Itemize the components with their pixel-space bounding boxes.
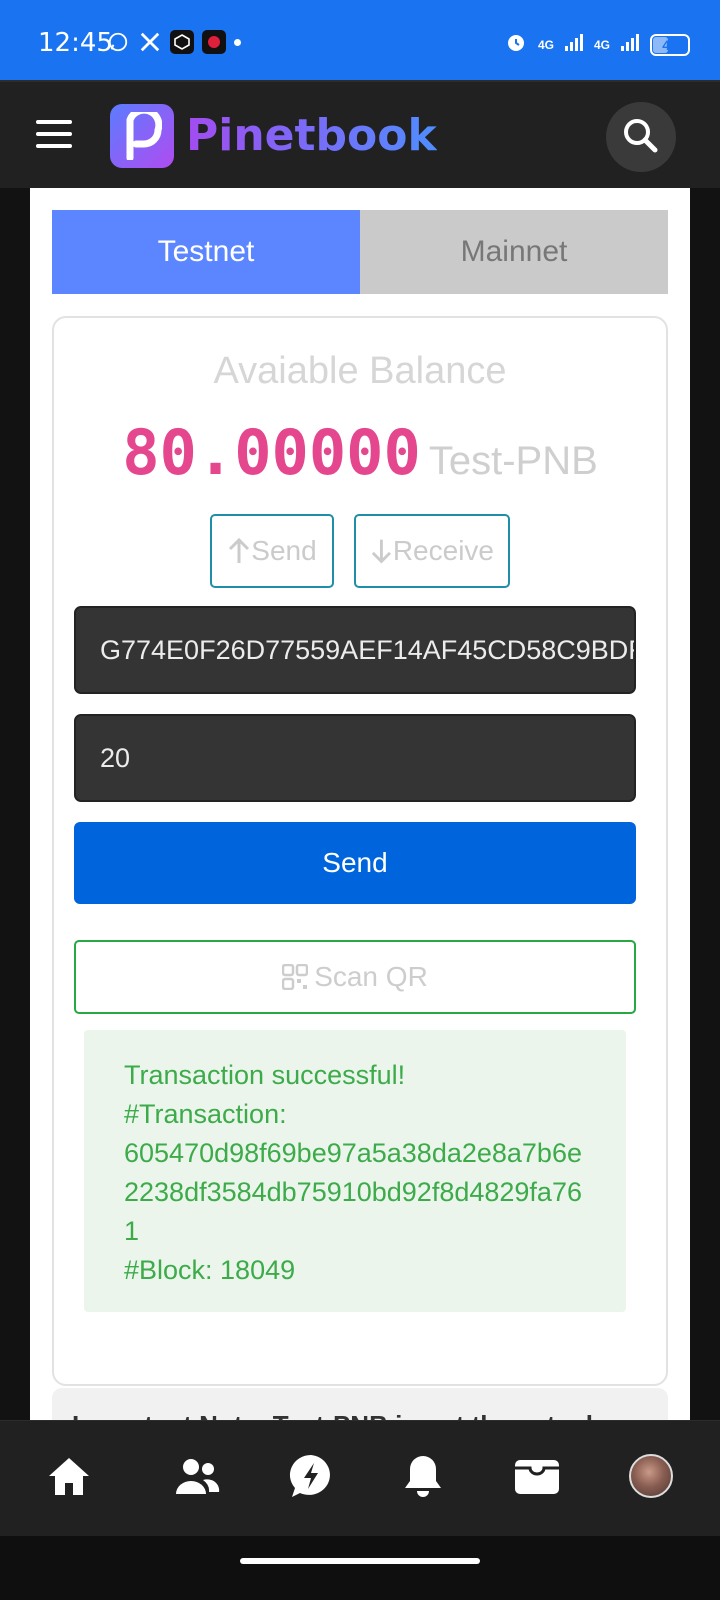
alarm-icon: [504, 30, 528, 59]
bottom-navigation: [0, 1420, 720, 1536]
x-icon: [138, 30, 162, 54]
messenger-icon[interactable]: [286, 1451, 336, 1501]
gesture-bar-area: [0, 1536, 720, 1600]
wallet-icon[interactable]: [512, 1451, 562, 1501]
cube-app-icon: [170, 30, 194, 54]
wallet-card: Avaiable Balance 80.00000 Test-PNB Send R…: [52, 316, 668, 1386]
tab-mainnet[interactable]: Mainnet: [360, 210, 668, 294]
scan-qr-label: Scan QR: [314, 961, 428, 992]
app-header: Pinetbook: [0, 80, 720, 188]
search-icon: [624, 119, 658, 153]
receive-tab-button[interactable]: Receive: [354, 514, 510, 588]
block-number: #Block: 18049: [124, 1255, 296, 1285]
transaction-hash: 605470d98f69be97a5a38da2e8a7b6e2238df358…: [124, 1138, 582, 1246]
app-logo-icon[interactable]: [110, 104, 174, 168]
network-1-label: 4G: [537, 37, 554, 52]
transaction-label: #Transaction:: [124, 1099, 287, 1129]
system-icons: 4G 4G 43: [504, 30, 690, 59]
whatsapp-icon: [106, 30, 130, 54]
recipient-address-input[interactable]: G774E0F26D77559AEF14AF45CD58C9BDF: [74, 606, 636, 694]
qr-code-icon: [282, 964, 309, 990]
send-receive-buttons: Send Receive: [54, 514, 666, 588]
balance-unit: Test-PNB: [428, 439, 598, 483]
arrow-up-icon: [229, 537, 250, 563]
search-button[interactable]: [606, 102, 676, 172]
home-icon[interactable]: [44, 1451, 94, 1501]
amount-input[interactable]: 20: [74, 714, 636, 802]
home-gesture-handle[interactable]: [240, 1558, 480, 1564]
balance-amount: 80.00000: [122, 416, 421, 489]
avatar: [629, 1454, 673, 1498]
balance-title: Avaiable Balance: [213, 350, 507, 392]
profile-avatar[interactable]: [626, 1451, 676, 1501]
receive-tab-label: Receive: [392, 535, 494, 566]
battery-icon: 43: [650, 33, 690, 56]
send-button[interactable]: Send: [74, 822, 636, 904]
notification-icons: [106, 30, 241, 54]
transaction-status: Transaction successful!: [124, 1060, 406, 1090]
status-bar: 12:45 4G 4G 43: [0, 0, 720, 80]
bell-icon[interactable]: [398, 1451, 448, 1501]
friends-icon[interactable]: [172, 1451, 222, 1501]
signal-icon: [564, 32, 584, 57]
star-app-icon: [202, 30, 226, 54]
status-time: 12:45: [38, 28, 113, 58]
send-tab-label: Send: [251, 535, 317, 566]
content-area: Testnet Mainnet Avaiable Balance 80.0000…: [30, 188, 690, 1448]
tab-testnet[interactable]: Testnet: [52, 210, 360, 294]
scan-qr-button[interactable]: Scan QR: [74, 940, 636, 1014]
battery-level: 43: [662, 36, 678, 53]
more-notifications-icon: [234, 38, 241, 46]
balance-row: 80.00000 Test-PNB: [54, 416, 666, 489]
transaction-success-alert: Transaction successful! #Transaction: 60…: [84, 1030, 626, 1312]
arrow-down-icon: [371, 539, 391, 564]
network-2-label: 4G: [593, 37, 610, 52]
network-tabs: Testnet Mainnet: [52, 210, 668, 294]
send-tab-button[interactable]: Send: [210, 514, 334, 588]
app-name[interactable]: Pinetbook: [186, 110, 437, 161]
signal-icon-2: [620, 32, 640, 57]
hamburger-icon[interactable]: [36, 120, 72, 148]
